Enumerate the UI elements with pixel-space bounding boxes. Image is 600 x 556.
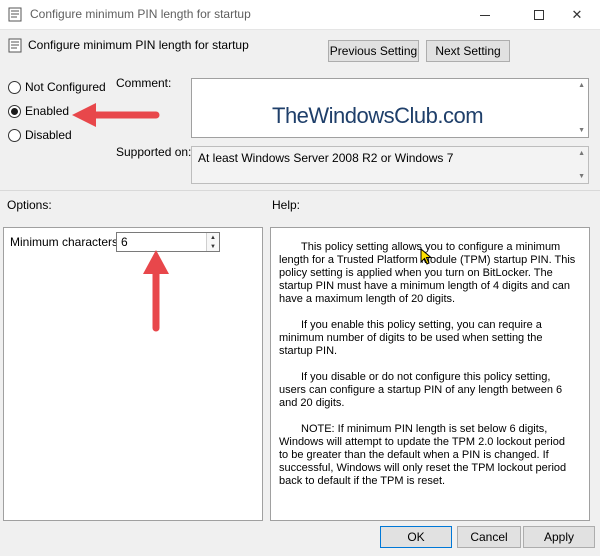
radio-not-configured[interactable]: Not Configured (8, 80, 106, 94)
supported-on-field: At least Windows Server 2008 R2 or Windo… (191, 146, 589, 184)
radio-label: Disabled (25, 128, 72, 142)
options-panel (3, 227, 263, 521)
minimum-characters-stepper[interactable]: 6 ▲ ▼ (116, 232, 220, 252)
supported-on-value: At least Windows Server 2008 R2 or Windo… (198, 151, 454, 165)
watermark: TheWindowsClub.com (272, 103, 484, 128)
minimum-characters-value[interactable]: 6 (121, 235, 128, 249)
cursor-icon (420, 248, 433, 265)
policy-icon (8, 7, 22, 22)
options-heading: Options: (7, 198, 52, 212)
stepper-up-icon[interactable]: ▲ (207, 233, 219, 242)
scroll-down-icon[interactable]: ▼ (578, 127, 585, 134)
policy-title: Configure minimum PIN length for startup (28, 38, 249, 52)
help-paragraph: If you enable this policy setting, you c… (279, 319, 543, 357)
help-paragraph: NOTE: If minimum PIN length is set below… (279, 423, 567, 487)
radio-circle[interactable] (8, 80, 21, 94)
comment-label: Comment: (116, 76, 172, 90)
apply-button[interactable]: Apply (523, 526, 595, 548)
help-panel: This policy setting allows you to config… (270, 227, 590, 521)
scroll-down-icon[interactable]: ▼ (578, 173, 585, 180)
help-paragraph: If you disable or do not configure this … (279, 371, 563, 409)
scroll-up-icon[interactable]: ▲ (578, 82, 585, 89)
radio-disabled[interactable]: Disabled (8, 128, 72, 142)
minimum-characters-label: Minimum characters: (10, 235, 122, 249)
next-setting-button[interactable]: Next Setting (426, 40, 510, 62)
minimize-button[interactable] (462, 0, 508, 30)
radio-label: Not Configured (25, 80, 106, 94)
maximize-icon (534, 10, 544, 20)
ok-button[interactable]: OK (380, 526, 452, 548)
stepper-buttons: ▲ ▼ (206, 233, 219, 251)
close-icon: ✕ (571, 7, 583, 22)
radio-circle[interactable] (8, 104, 21, 118)
radio-circle[interactable] (8, 128, 21, 142)
policy-icon (8, 38, 22, 53)
radio-enabled[interactable]: Enabled (8, 104, 69, 118)
stepper-down-icon[interactable]: ▼ (207, 242, 219, 251)
annotation-arrow-left-icon (72, 103, 160, 127)
minimize-icon (480, 14, 490, 16)
previous-setting-button[interactable]: Previous Setting (328, 40, 419, 62)
supported-on-label: Supported on: (116, 145, 192, 159)
title-bar: Configure minimum PIN length for startup… (0, 0, 600, 30)
close-button[interactable]: ✕ (554, 0, 600, 30)
scroll-up-icon[interactable]: ▲ (578, 150, 585, 157)
radio-label: Enabled (25, 104, 70, 118)
cancel-button[interactable]: Cancel (457, 526, 521, 548)
help-heading: Help: (272, 198, 301, 212)
section-divider (0, 190, 600, 191)
window-title: Configure minimum PIN length for startup (30, 7, 251, 21)
